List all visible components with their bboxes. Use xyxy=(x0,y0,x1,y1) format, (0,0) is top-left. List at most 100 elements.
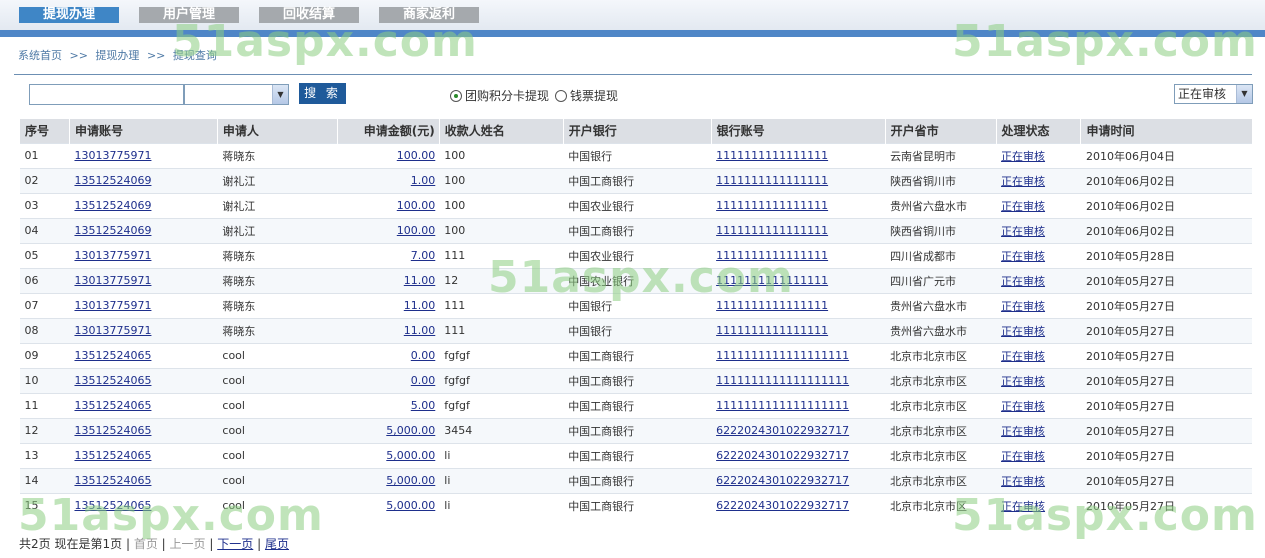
cell-account-link[interactable]: 13512524065 xyxy=(74,349,151,362)
cell-account-link[interactable]: 13512524065 xyxy=(74,424,151,437)
col-header-province: 开户省市 xyxy=(884,119,997,143)
cell-bank-account: 1111111111111111 xyxy=(711,167,886,193)
cell-applicant: 蒋晓东 xyxy=(217,242,338,268)
cell-amount-link[interactable]: 5,000.00 xyxy=(386,424,435,437)
radio-cash-ticket[interactable] xyxy=(555,89,568,102)
chevron-down-icon[interactable]: ▼ xyxy=(1236,85,1252,103)
cell-index: 01 xyxy=(19,142,70,168)
radio-groupbuy-card[interactable] xyxy=(450,89,462,102)
chevron-down-icon[interactable]: ▼ xyxy=(272,85,288,104)
cell-amount-link[interactable]: 11.00 xyxy=(404,274,436,287)
cell-index: 04 xyxy=(19,217,70,243)
cell-account-link[interactable]: 13512524069 xyxy=(74,224,151,237)
breadcrumb-withdrawal[interactable]: 提现办理 xyxy=(95,49,139,62)
cell-status-link[interactable]: 正在审核 xyxy=(1001,325,1045,338)
cell-bank-account-link[interactable]: 1111111111111111111 xyxy=(716,374,849,387)
cell-account-link[interactable]: 13512524069 xyxy=(74,199,151,212)
cell-bank-account-link[interactable]: 1111111111111111111 xyxy=(716,349,849,362)
cell-account-link[interactable]: 13013775971 xyxy=(74,324,151,337)
tab-recycle-settlement[interactable]: 回收结算 xyxy=(259,7,359,23)
cell-province: 四川省成都市 xyxy=(885,242,997,268)
cell-amount-link[interactable]: 7.00 xyxy=(411,249,436,262)
cell-account-link[interactable]: 13512524065 xyxy=(74,399,151,412)
cell-bank-account: 1111111111111111111 xyxy=(711,367,886,393)
cell-amount-link[interactable]: 100.00 xyxy=(397,149,436,162)
breadcrumb-home[interactable]: 系统首页 xyxy=(18,49,62,62)
cell-bank-account-link[interactable]: 6222024301022932717 xyxy=(716,424,849,437)
page-current: 现在是第1页 xyxy=(54,537,123,551)
cell-index: 13 xyxy=(19,442,70,468)
cell-status-link[interactable]: 正在审核 xyxy=(1001,500,1045,513)
top-nav: 提现办理 用户管理 回收结算 商家返利 xyxy=(0,0,1265,30)
cell-amount-link[interactable]: 5.00 xyxy=(411,399,436,412)
cell-payee: li xyxy=(439,442,564,468)
tab-user-management[interactable]: 用户管理 xyxy=(139,7,239,23)
next-page-link[interactable]: 下一页 xyxy=(217,537,253,551)
search-input[interactable] xyxy=(29,84,184,105)
cell-account-link[interactable]: 13013775971 xyxy=(74,249,151,262)
table-header-row: 序号 申请账号 申请人 申请金额(元) 收款人姓名 开户银行 银行账号 开户省市… xyxy=(19,119,1252,143)
cell-bank-account-link[interactable]: 1111111111111111111 xyxy=(716,399,849,412)
last-page-link[interactable]: 尾页 xyxy=(265,537,289,551)
cell-status-link[interactable]: 正在审核 xyxy=(1001,425,1045,438)
cell-account-link[interactable]: 13013775971 xyxy=(74,274,151,287)
cell-bank-account-link[interactable]: 6222024301022932717 xyxy=(716,499,849,512)
cell-status-link[interactable]: 正在审核 xyxy=(1001,475,1045,488)
cell-bank-account-link[interactable]: 6222024301022932717 xyxy=(716,449,849,462)
cell-amount-link[interactable]: 0.00 xyxy=(411,349,436,362)
cell-amount-link[interactable]: 11.00 xyxy=(404,324,436,337)
cell-bank-account-link[interactable]: 1111111111111111 xyxy=(716,149,828,162)
cell-status-link[interactable]: 正在审核 xyxy=(1001,375,1045,388)
cell-status-link[interactable]: 正在审核 xyxy=(1001,225,1045,238)
status-filter-select[interactable]: 正在审核 ▼ xyxy=(1174,84,1253,104)
cell-account: 13512524065 xyxy=(69,367,218,393)
cell-bank-account-link[interactable]: 1111111111111111 xyxy=(716,299,828,312)
cell-account-link[interactable]: 13013775971 xyxy=(74,299,151,312)
cell-amount-link[interactable]: 5,000.00 xyxy=(386,499,435,512)
search-type-select[interactable]: ▼ xyxy=(184,84,289,105)
cell-amount-link[interactable]: 11.00 xyxy=(404,299,436,312)
cell-amount-link[interactable]: 5,000.00 xyxy=(386,474,435,487)
cell-time: 2010年06月04日 xyxy=(1080,142,1252,168)
cell-bank-account-link[interactable]: 1111111111111111 xyxy=(716,324,828,337)
cell-payee: 111 xyxy=(439,292,564,318)
cell-bank-account-link[interactable]: 1111111111111111 xyxy=(716,224,828,237)
cell-status-link[interactable]: 正在审核 xyxy=(1001,275,1045,288)
cell-account-link[interactable]: 13512524065 xyxy=(74,499,151,512)
cell-amount: 0.00 xyxy=(337,367,440,393)
tab-merchant-rebate[interactable]: 商家返利 xyxy=(379,7,479,23)
cell-amount-link[interactable]: 0.00 xyxy=(411,374,436,387)
divider xyxy=(14,74,1252,75)
cell-bank-account-link[interactable]: 1111111111111111 xyxy=(716,249,828,262)
cell-bank-account-link[interactable]: 6222024301022932717 xyxy=(716,474,849,487)
cell-status-link[interactable]: 正在审核 xyxy=(1001,150,1045,163)
cell-account: 13512524065 xyxy=(69,467,218,493)
cell-amount-link[interactable]: 1.00 xyxy=(411,174,436,187)
cell-status-link[interactable]: 正在审核 xyxy=(1001,350,1045,363)
cell-status-link[interactable]: 正在审核 xyxy=(1001,400,1045,413)
cell-bank: 中国农业银行 xyxy=(563,267,712,293)
cell-bank-account-link[interactable]: 1111111111111111 xyxy=(716,274,828,287)
tab-withdrawal[interactable]: 提现办理 xyxy=(19,7,119,23)
cell-bank: 中国工商银行 xyxy=(563,417,712,443)
cell-amount-link[interactable]: 5,000.00 xyxy=(386,449,435,462)
cell-status-link[interactable]: 正在审核 xyxy=(1001,200,1045,213)
cell-status-link[interactable]: 正在审核 xyxy=(1001,175,1045,188)
cell-account-link[interactable]: 13512524065 xyxy=(74,474,151,487)
cell-amount-link[interactable]: 100.00 xyxy=(397,224,436,237)
cell-status-link[interactable]: 正在审核 xyxy=(1001,250,1045,263)
cell-amount-link[interactable]: 100.00 xyxy=(397,199,436,212)
cell-account-link[interactable]: 13512524065 xyxy=(74,449,151,462)
table-row: 14 13512524065 cool 5,000.00 li 中国工商银行 6222024… xyxy=(19,467,1252,493)
cell-status-link[interactable]: 正在审核 xyxy=(1001,300,1045,313)
cell-account-link[interactable]: 13512524069 xyxy=(74,174,151,187)
cell-bank-account-link[interactable]: 1111111111111111 xyxy=(716,174,828,187)
page-sep: | xyxy=(257,537,262,551)
table-row: 06 13013775971 蒋晓东 11.00 12 中国农业银行 11111111111… xyxy=(19,267,1252,293)
cell-account-link[interactable]: 13512524065 xyxy=(74,374,151,387)
cell-index: 12 xyxy=(19,417,70,443)
cell-bank-account-link[interactable]: 1111111111111111 xyxy=(716,199,828,212)
cell-account-link[interactable]: 13013775971 xyxy=(74,149,151,162)
cell-status-link[interactable]: 正在审核 xyxy=(1001,450,1045,463)
search-button[interactable]: 搜 索 xyxy=(299,83,346,104)
